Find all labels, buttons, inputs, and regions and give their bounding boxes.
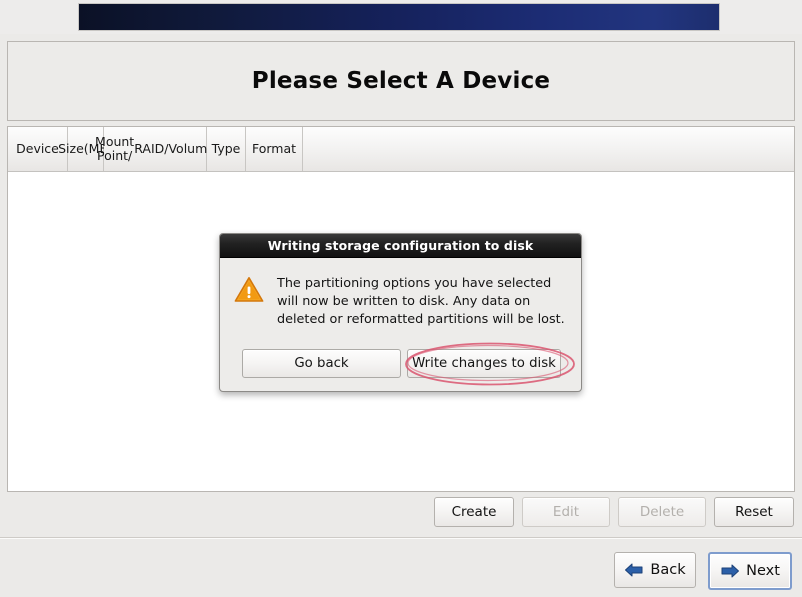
column-header-format[interactable]: Format	[246, 127, 303, 171]
go-back-button[interactable]: Go back	[242, 349, 401, 378]
dialog-title: Writing storage configuration to disk	[267, 238, 534, 253]
horizontal-divider	[0, 537, 802, 539]
arrow-left-icon	[624, 562, 644, 578]
column-header-type[interactable]: Type	[207, 127, 246, 171]
dialog-titlebar: Writing storage configuration to disk	[220, 234, 581, 258]
write-changes-to-disk-button[interactable]: Write changes to disk	[407, 349, 561, 378]
table-header-row: Device Size (MB) Mount Point/RAID/Volume …	[8, 127, 794, 172]
edit-button: Edit	[522, 497, 610, 527]
reset-button[interactable]: Reset	[714, 497, 794, 527]
warning-triangle-icon	[234, 274, 264, 329]
dialog-button-row: Go back Write changes to disk	[220, 349, 581, 378]
dialog-body: The partitioning options you have select…	[220, 258, 581, 329]
column-header-mount-point[interactable]: Mount Point/RAID/Volume	[95, 127, 215, 171]
write-storage-configuration-dialog: Writing storage configuration to disk Th…	[219, 233, 582, 392]
title-panel: Please Select A Device	[7, 41, 795, 121]
next-button-label: Next	[746, 563, 780, 579]
arrow-right-icon	[720, 563, 740, 579]
back-button[interactable]: Back	[614, 552, 696, 588]
navigation-button-row: Back Next	[0, 545, 802, 597]
back-button-label: Back	[650, 562, 686, 578]
top-gradient-banner	[78, 3, 720, 31]
create-button[interactable]: Create	[434, 497, 514, 527]
action-button-row: Create Edit Delete Reset	[0, 493, 802, 536]
page-title: Please Select A Device	[251, 68, 551, 94]
dialog-message: The partitioning options you have select…	[277, 276, 565, 328]
delete-button: Delete	[618, 497, 706, 527]
column-header-filler	[303, 127, 794, 171]
banner-area	[0, 0, 802, 34]
next-button[interactable]: Next	[708, 552, 792, 590]
